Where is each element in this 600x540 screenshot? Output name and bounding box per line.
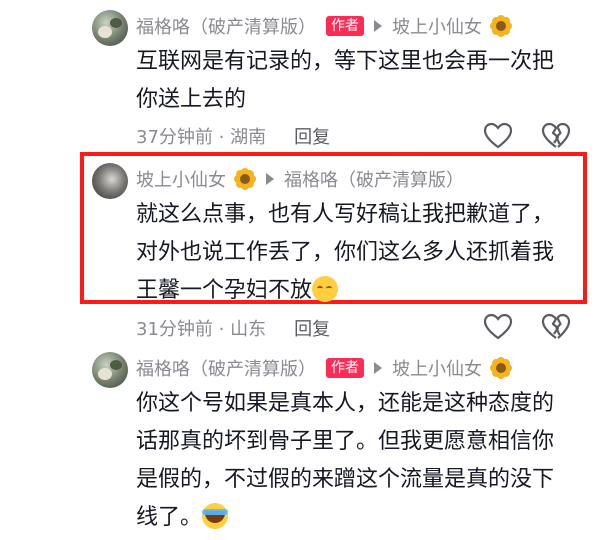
reply-arrow-icon: [266, 173, 274, 185]
time-location: 31分钟前 · 山东: [136, 319, 267, 340]
reply-button[interactable]: 回复: [294, 315, 330, 341]
dislike-broken-heart-icon[interactable]: [541, 313, 571, 341]
comment-text-line: 王馨一个孕妇不放: [136, 278, 313, 303]
comment-text-line: 就这么点事，也有人写好稿让我把歉道了，: [136, 202, 555, 227]
crying-laughing-emoji-icon: [202, 503, 229, 529]
like-heart-icon[interactable]: [483, 313, 513, 341]
time-location: 37分钟前 · 湖南: [136, 127, 267, 148]
comment-text-line: 是假的，不过假的来蹭这个流量是真的没下: [136, 467, 555, 492]
comment-text-line: 互联网是有记录的，等下这里也会再一次把: [136, 49, 555, 74]
sunflower-icon: [490, 357, 512, 379]
comment-text-line: 对外也说工作丢了，你们这么多人还抓着我: [136, 240, 555, 265]
author-badge: 作者: [326, 16, 364, 36]
author-name[interactable]: 福格咯（破产清算版）: [136, 13, 316, 39]
comment-text-line: 你送上去的: [136, 87, 247, 112]
avatar[interactable]: [92, 352, 128, 388]
author-name[interactable]: 坡上小仙女: [136, 166, 226, 192]
comment-text-line: 话那真的坏到骨子里了。但我更愿意相信你: [136, 429, 555, 454]
avatar[interactable]: [92, 10, 128, 46]
comment-header: 坡上小仙女 福格咯（破产清算版）: [136, 165, 464, 193]
comment-text: 就这么点事，也有人写好稿让我把歉道了， 对外也说工作丢了，你们这么多人还抓着我 …: [136, 196, 576, 310]
comment-text: 你这个号如果是真本人，还能是这种态度的 话那真的坏到骨子里了。但我更愿意相信你 …: [136, 385, 576, 537]
like-heart-icon[interactable]: [483, 122, 513, 150]
comment-text: 互联网是有记录的，等下这里也会再一次把 你送上去的: [136, 43, 576, 119]
reply-to-name[interactable]: 坡上小仙女: [392, 355, 482, 381]
comment-header: 福格咯（破产清算版） 作者 坡上小仙女: [136, 354, 512, 382]
comment-meta: 31分钟前 · 山东 回复: [136, 315, 330, 341]
comment-meta: 37分钟前 · 湖南 回复: [136, 123, 330, 149]
reply-button[interactable]: 回复: [294, 123, 330, 149]
comment-text-line: 你这个号如果是真本人，还能是这种态度的: [136, 391, 555, 416]
comment-text-line-with-emoji: 王馨一个孕妇不放: [136, 272, 576, 310]
author-badge: 作者: [326, 358, 364, 378]
reply-to-name[interactable]: 福格咯（破产清算版）: [284, 166, 464, 192]
dislike-broken-heart-icon[interactable]: [541, 122, 571, 150]
avatar[interactable]: [92, 163, 128, 199]
sunflower-icon: [234, 168, 256, 190]
reply-arrow-icon: [374, 20, 382, 32]
reply-to-name[interactable]: 坡上小仙女: [392, 13, 482, 39]
comment-text-line: 线了。: [136, 505, 203, 530]
sunflower-icon: [490, 15, 512, 37]
comment-text-line-with-emoji: 线了。: [136, 499, 576, 537]
author-name[interactable]: 福格咯（破产清算版）: [136, 355, 316, 381]
blush-emoji-icon: [312, 276, 339, 302]
reply-arrow-icon: [374, 362, 382, 374]
comment-header: 福格咯（破产清算版） 作者 坡上小仙女: [136, 12, 512, 40]
